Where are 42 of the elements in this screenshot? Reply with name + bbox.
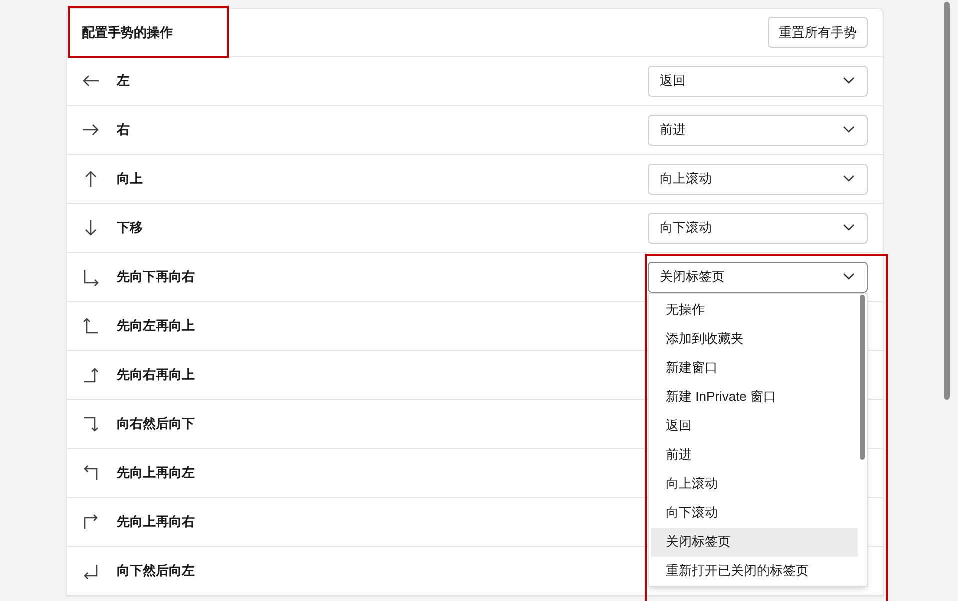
gesture-arrow-icon	[82, 415, 100, 433]
gesture-label: 向右然后向下	[117, 415, 195, 434]
gesture-label: 先向上再向右	[117, 513, 195, 532]
dropdown-option[interactable]: 新建窗口	[651, 354, 858, 382]
gesture-arrow-icon	[82, 513, 100, 531]
gesture-label: 先向右再向上	[117, 366, 195, 384]
action-select[interactable]: 向上滚动	[648, 164, 868, 194]
chevron-down-icon	[843, 224, 855, 232]
gesture-arrow-icon	[82, 317, 100, 335]
chevron-down-icon	[843, 77, 855, 85]
reset-button[interactable]: 重置所有手势	[768, 17, 868, 48]
gesture-label: 向下然后向左	[117, 562, 195, 580]
gesture-arrow-icon	[82, 562, 100, 580]
gesture-arrow-icon	[82, 464, 100, 482]
gesture-label: 下移	[117, 219, 143, 238]
scrollbar-thumb[interactable]	[860, 294, 865, 460]
chevron-down-icon	[843, 273, 855, 281]
dropdown-option[interactable]: 新建 InPrivate 窗口	[651, 382, 858, 412]
dropdown-option[interactable]: 关闭标签页	[651, 528, 858, 556]
gesture-arrow-icon	[82, 268, 100, 286]
dropdown-option[interactable]: 无操作	[651, 296, 858, 324]
chevron-down-icon	[843, 126, 855, 134]
action-select[interactable]: 返回	[648, 66, 868, 96]
dropdown-option[interactable]: 添加到收藏夹	[651, 324, 858, 354]
chevron-down-icon	[843, 175, 855, 183]
dropdown-option[interactable]: 向下滚动	[651, 498, 858, 528]
gesture-label: 左	[117, 72, 130, 90]
gesture-label: 先向上再向左	[117, 464, 195, 482]
dropdown-option[interactable]: 返回	[651, 412, 858, 440]
gesture-arrow-icon	[82, 366, 100, 384]
action-select[interactable]: 向下滚动	[648, 212, 868, 244]
action-select[interactable]: 前进	[648, 114, 868, 146]
gesture-label: 先向左再向上	[117, 317, 195, 336]
gesture-label: 先向下再向右	[117, 268, 195, 286]
section-title: 配置手势的操作	[82, 24, 173, 42]
gesture-label: 向上	[117, 170, 143, 188]
dropdown-option[interactable]: 前进	[651, 440, 858, 470]
gesture-label: 右	[117, 121, 130, 140]
scrollbar-thumb[interactable]	[944, 2, 950, 400]
action-select[interactable]: 关闭标签页	[648, 262, 868, 292]
dropdown-option[interactable]: 重新打开已关闭的标签页	[651, 556, 858, 586]
dropdown-option[interactable]: 向上滚动	[651, 470, 858, 498]
